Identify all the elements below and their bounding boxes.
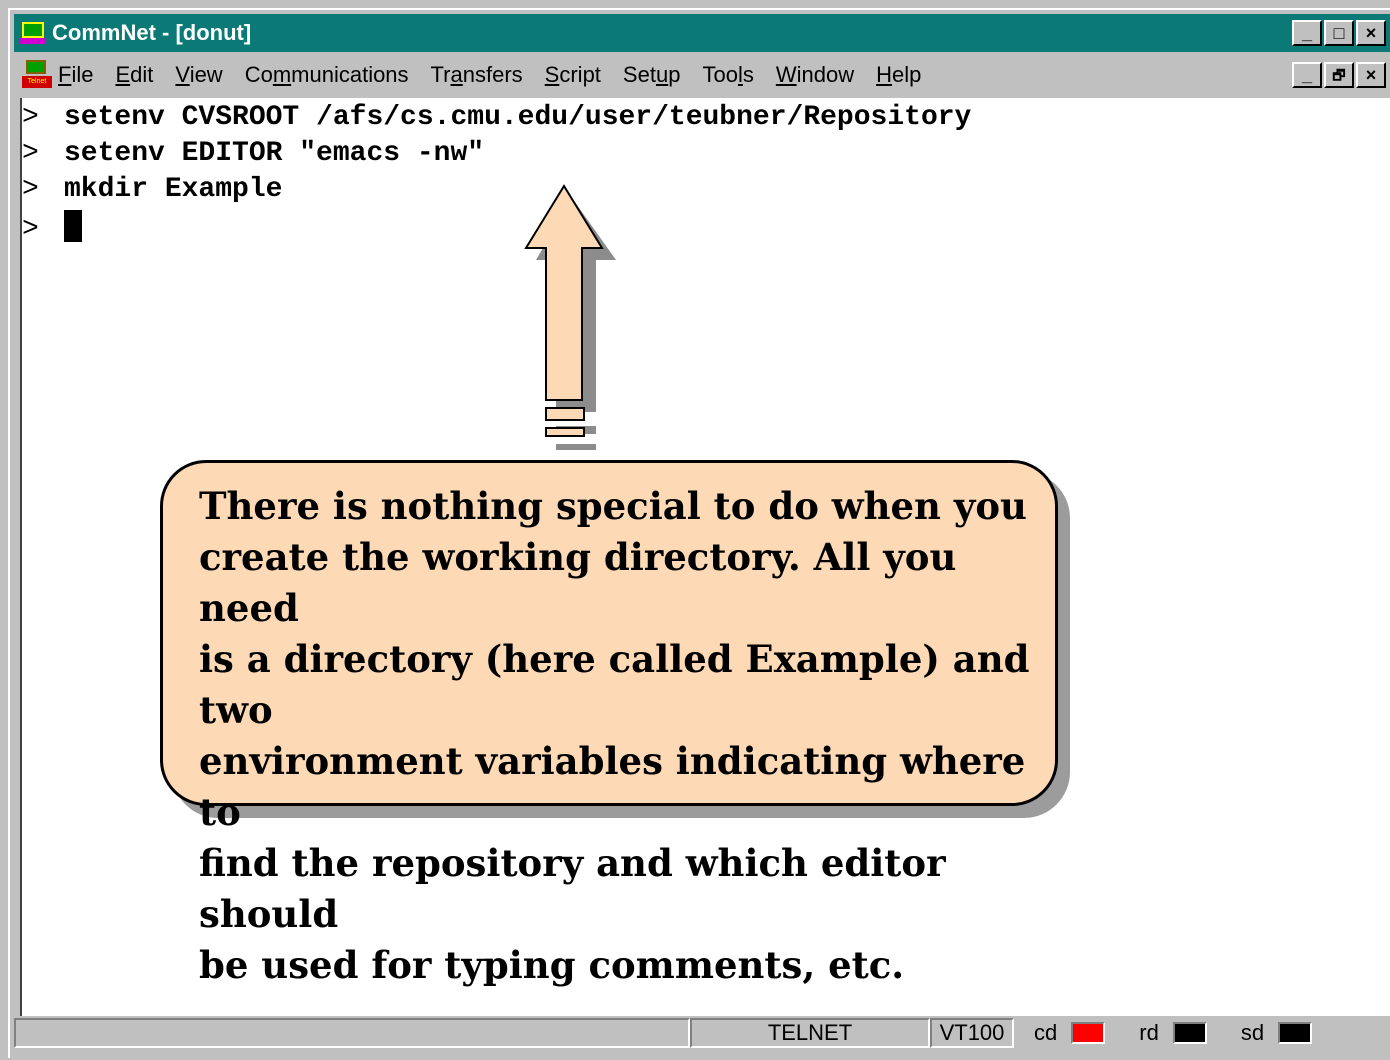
menu-tools[interactable]: Tools (702, 62, 753, 88)
sd-indicator-led (1278, 1022, 1313, 1044)
title-bar-controls: _ □ × (1292, 20, 1386, 46)
doc-restore-button[interactable]: 🗗 (1324, 62, 1354, 88)
menu-help[interactable]: Help (876, 62, 921, 88)
title-bar[interactable]: CommNet - [donut] _ □ × (14, 14, 1390, 52)
protocol-panel: TELNET (690, 1018, 930, 1048)
rd-indicator-led (1172, 1022, 1207, 1044)
maximize-icon: □ (1333, 23, 1345, 43)
menu-setup[interactable]: Setup (623, 62, 681, 88)
restore-icon: 🗗 (1332, 67, 1346, 83)
prompt: > (22, 102, 39, 133)
menu-file[interactable]: File (58, 62, 93, 88)
cd-indicator-led (1071, 1022, 1106, 1044)
prompt: > (22, 214, 39, 245)
maximize-button[interactable]: □ (1324, 20, 1354, 46)
callout-text: There is nothing special to do when you … (199, 484, 1030, 987)
commnet-app-icon[interactable] (20, 20, 46, 46)
terminal-area[interactable]: > setenv CVSROOT /afs/cs.cmu.edu/user/teu… (20, 98, 1390, 1016)
menu-transfers[interactable]: Transfers (431, 62, 523, 88)
window-title: CommNet - [donut] (52, 20, 252, 45)
prompt: > (22, 138, 39, 169)
close-button[interactable]: × (1356, 20, 1386, 46)
prompt: > (22, 174, 39, 205)
close-icon: × (1365, 65, 1377, 85)
rd-indicator-label: rd (1139, 1020, 1159, 1045)
minimize-icon: _ (1301, 23, 1312, 43)
menu-bar: Telnet File Edit View Communications Transfe… (14, 56, 1390, 94)
menu-script[interactable]: Script (545, 62, 601, 88)
callout-box: There is nothing special to do when you … (160, 460, 1058, 987)
terminal-line: > setenv CVSROOT /afs/cs.cmu.edu/user/teu… (22, 102, 972, 133)
document-controls: _ 🗗 × (1292, 62, 1386, 88)
text-cursor (64, 210, 82, 242)
up-arrow-graphic (524, 184, 616, 450)
cd-indicator-label: cd (1034, 1020, 1058, 1045)
terminal-line: > setenv EDITOR "emacs -nw" (22, 138, 485, 169)
menu-edit[interactable]: Edit (115, 62, 153, 88)
commnet-window: CommNet - [donut] _ □ × Telnet File Edit V… (8, 8, 1390, 1058)
terminal-line: > (22, 210, 82, 245)
doc-close-button[interactable]: × (1356, 62, 1386, 88)
doc-minimize-button[interactable]: _ (1292, 62, 1322, 88)
minimize-icon: _ (1301, 65, 1312, 85)
menu-items: File Edit View Communications Transfers Scrip… (58, 62, 943, 88)
telnet-document-icon[interactable]: Telnet (22, 60, 52, 90)
menu-communications[interactable]: Communications (245, 62, 409, 88)
menu-view[interactable]: View (175, 62, 222, 88)
status-message-panel (14, 1018, 690, 1048)
sd-indicator-label: sd (1240, 1020, 1265, 1045)
menu-window[interactable]: Window (776, 62, 854, 88)
close-icon: × (1365, 23, 1377, 43)
terminal-line: > mkdir Example (22, 174, 283, 205)
minimize-button[interactable]: _ (1292, 20, 1322, 46)
status-bar: TELNET VT100 cd rd sd (14, 1014, 1390, 1052)
emulation-panel[interactable]: VT100 (930, 1018, 1014, 1048)
